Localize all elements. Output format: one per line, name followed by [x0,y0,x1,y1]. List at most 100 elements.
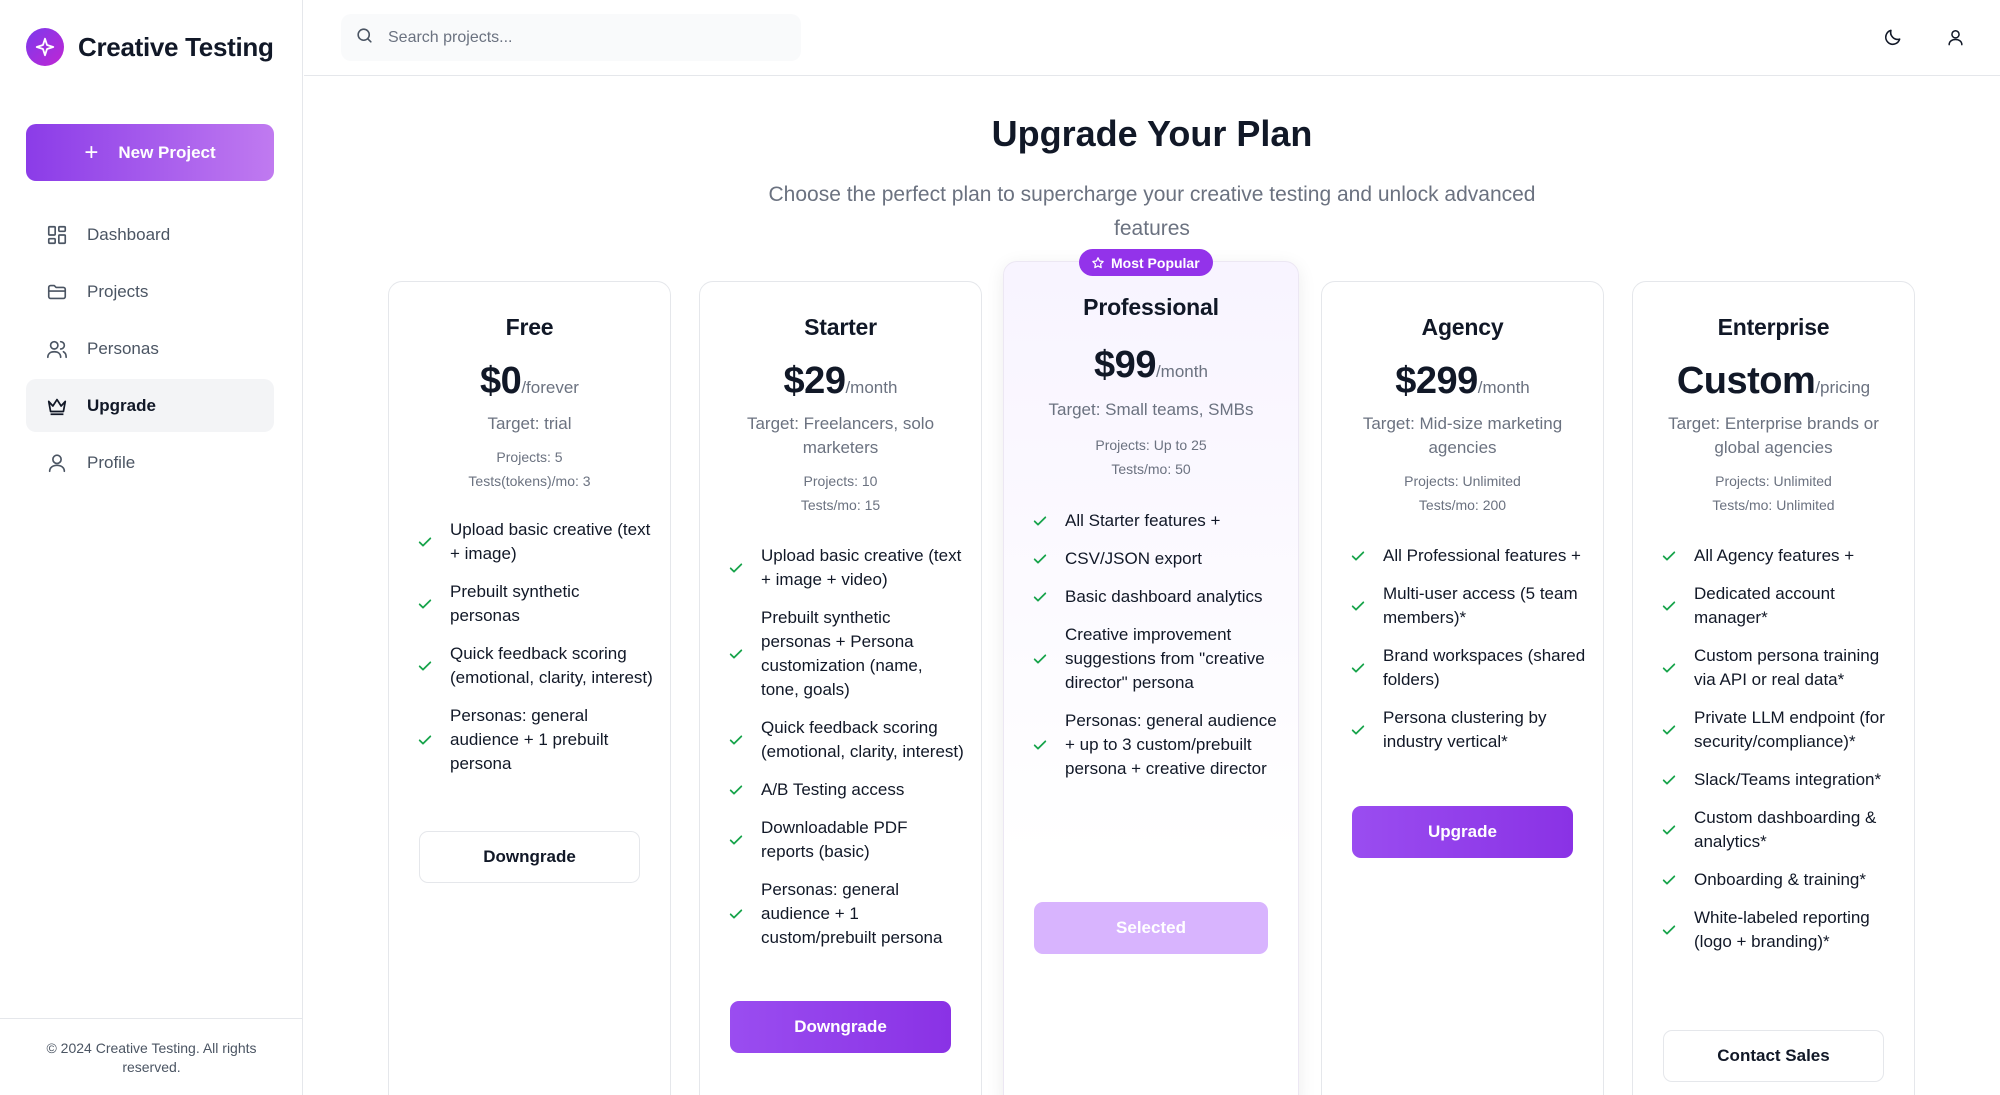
plan-projects-limit: Projects: 5 [496,449,563,465]
price-amount: $99 [1094,344,1156,386]
plan-name: Professional [1083,294,1219,320]
feature-item: CSV/JSON export [1032,547,1282,571]
feature-item: Downloadable PDF reports (basic) [728,816,965,864]
check-icon [728,732,744,748]
sidebar-nav: Dashboard Projects Personas Upgrade Prof… [26,208,274,493]
check-icon [1350,548,1366,564]
plan-target: Target: Enterprise brands or global agen… [1668,414,1879,457]
sidebar-item-profile[interactable]: Profile [26,436,274,489]
feature-item: Prebuilt synthetic personas [417,580,654,628]
feature-text: Upload basic creative (text + image) [450,520,651,563]
plan-starter-downgrade-button[interactable]: Downgrade [730,1001,951,1053]
feature-list: All Starter features + CSV/JSON export Bas… [1032,509,1282,795]
feature-text: Quick feedback scoring (emotional, clari… [761,718,964,761]
check-icon [417,596,433,612]
most-popular-badge: Most Popular [1079,249,1213,276]
topbar [304,0,2000,76]
feature-text: Custom persona training via API or real … [1694,646,1880,689]
feature-text: Custom dashboarding & analytics* [1694,808,1877,851]
sidebar-item-personas[interactable]: Personas [26,322,274,375]
price-period: /pricing [1815,378,1871,397]
plan-card-agency: Agency $299/month Target: Mid-size marketi… [1321,281,1604,1095]
feature-text: Brand workspaces (shared folders) [1383,646,1586,689]
feature-item: Upload basic creative (text + image) [417,518,654,566]
price-amount: $29 [783,360,846,402]
price-period: /month [1155,362,1208,381]
feature-item: White-labeled reporting (logo + branding… [1661,906,1898,954]
check-icon [1032,551,1048,567]
plan-tests-limit: Tests(tokens)/mo: 3 [468,473,591,489]
check-icon [728,906,744,922]
feature-text: Creative improvement suggestions from "c… [1065,625,1265,692]
sidebar: Creative Testing + New Project Dashboard… [0,0,303,1095]
folder-icon [45,280,69,304]
check-icon [1350,660,1366,676]
check-icon [1032,651,1048,667]
moon-icon[interactable] [1880,24,1906,50]
check-icon [1661,822,1677,838]
feature-text: Private LLM endpoint (for security/compl… [1694,708,1885,751]
dashboard-icon [45,223,69,247]
new-project-label: New Project [118,142,216,162]
sidebar-item-dashboard[interactable]: Dashboard [26,208,274,261]
plan-enterprise-contact-sales-button[interactable]: Contact Sales [1663,1030,1884,1082]
sidebar-item-upgrade[interactable]: Upgrade [26,379,274,432]
plan-limits: Projects: 5 Tests(tokens)/mo: 3 [409,445,650,493]
feature-item: Quick feedback scoring (emotional, clari… [417,642,654,690]
feature-text: Multi-user access (5 team members)* [1383,584,1578,627]
price-amount: $0 [480,360,522,402]
plan-agency-upgrade-button[interactable]: Upgrade [1352,806,1573,858]
price-period: /month [845,378,898,397]
check-icon [1661,722,1677,738]
check-icon [417,732,433,748]
user-menu-icon[interactable] [1942,24,1968,50]
plan-target: Target: Freelancers, solo marketers [746,414,935,457]
plan-target: Target: Small teams, SMBs [1048,400,1254,419]
sidebar-item-projects[interactable]: Projects [26,265,274,318]
plan-target: Target: Mid-size marketing agencies [1362,414,1563,457]
plan-projects-limit: Projects: Up to 25 [1095,437,1207,453]
check-icon [1032,513,1048,529]
plan-tests-limit: Tests/mo: 15 [800,497,881,513]
sidebar-item-label: Profile [87,452,136,472]
new-project-button[interactable]: + New Project [26,124,274,181]
plan-card-free: Free $0/forever Target: trial Projects: 5 Te… [388,281,671,1095]
feature-item: Creative improvement suggestions from "c… [1032,623,1282,695]
feature-item: Private LLM endpoint (for security/compl… [1661,706,1898,754]
app-name: Creative Testing [78,31,274,62]
feature-text: A/B Testing access [761,780,905,799]
price-amount: $299 [1395,360,1478,402]
plan-projects-limit: Projects: Unlimited [1715,473,1832,489]
feature-item: All Agency features + [1661,544,1898,568]
plan-price: $299/month [1322,360,1603,403]
brand[interactable]: Creative Testing [26,28,274,66]
feature-text: Personas: general audience + 1 custom/pr… [761,880,943,947]
search-input[interactable] [388,28,768,47]
check-icon [728,646,744,662]
page-title: Upgrade Your Plan [991,113,1313,154]
feature-item: Custom dashboarding & analytics* [1661,806,1898,854]
feature-text: Onboarding & training* [1694,870,1867,889]
feature-item: Prebuilt synthetic personas + Persona cu… [728,606,965,702]
plan-name: Agency [1421,314,1504,340]
feature-text: Prebuilt synthetic personas + Persona cu… [761,608,923,699]
feature-text: Quick feedback scoring (emotional, clari… [450,644,653,687]
check-icon [1350,722,1366,738]
plan-free-downgrade-button[interactable]: Downgrade [419,831,640,883]
check-icon [728,832,744,848]
feature-item: All Starter features + [1032,509,1282,533]
feature-item: Multi-user access (5 team members)* [1350,582,1587,630]
plan-limits: Projects: Up to 25 Tests/mo: 50 [1024,433,1278,481]
feature-text: White-labeled reporting (logo + branding… [1694,908,1870,951]
sidebar-item-label: Upgrade [87,395,156,415]
price-period: /forever [521,378,579,397]
feature-item: Slack/Teams integration* [1661,768,1898,792]
search-box[interactable] [341,14,801,61]
price-period: /month [1477,378,1530,397]
feature-item: Upload basic creative (text + image + vi… [728,544,965,592]
plan-name: Free [505,314,554,340]
plan-card-professional: Professional $99/month Target: Small teams… [1003,261,1299,1095]
plan-tests-limit: Tests/mo: 200 [1418,497,1507,513]
check-icon [728,560,744,576]
sidebar-item-label: Personas [87,338,159,358]
